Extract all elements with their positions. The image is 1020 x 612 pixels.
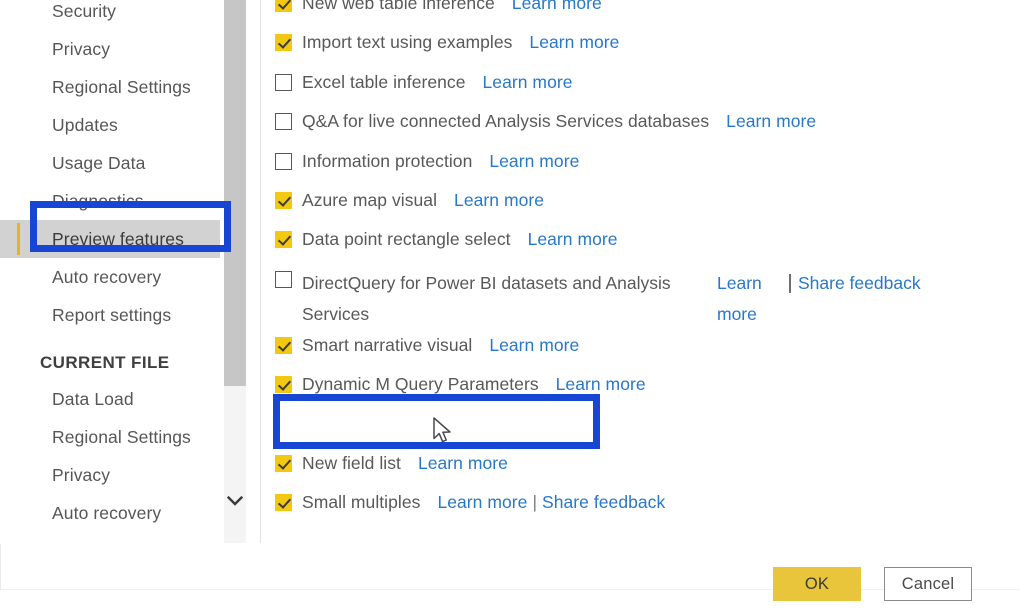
feature-row-new-field-list[interactable]: New field list Learn more — [275, 448, 1005, 487]
feature-label: Azure map visual — [302, 189, 438, 210]
ok-button[interactable]: OK — [773, 567, 861, 601]
feature-label: Anomaly detection — [302, 413, 447, 434]
options-dialog: Security Privacy Regional Settings Updates U… — [0, 0, 1020, 612]
sidebar-item-label: Updates — [52, 115, 118, 135]
cancel-button-label: Cancel — [901, 574, 955, 593]
ok-button-label: OK — [804, 574, 830, 593]
checkbox-new-web-table-inference[interactable] — [275, 0, 292, 12]
feature-row-smart-narrative-visual[interactable]: Smart narrative visual Learn more — [275, 330, 1005, 369]
feature-label: New web table inference — [302, 0, 495, 13]
settings-navigation-list[interactable]: Security Privacy Regional Settings Updates U… — [0, 0, 220, 544]
sidebar-item-label: Auto recovery — [52, 267, 162, 287]
learn-more-link[interactable]: Learn more — [464, 413, 554, 436]
checkbox-directquery-for-power-bi-datasets-and-analysis-services[interactable] — [275, 270, 292, 288]
sidebar-item-label: Usage Data — [52, 153, 146, 173]
cancel-button[interactable]: Cancel — [884, 567, 972, 601]
checkbox-dynamic-m-query-parameters[interactable] — [275, 376, 292, 394]
sidebar-item-auto-recovery[interactable]: Auto recovery — [0, 494, 220, 532]
learn-more-link[interactable]: Learn more — [556, 373, 646, 396]
learn-more-link[interactable]: Learn more — [483, 71, 573, 94]
feature-label: Information protection — [302, 150, 473, 171]
sidebar-item-label: Regional Settings — [52, 77, 191, 97]
learn-more-link[interactable]: Learn more — [726, 110, 816, 133]
checkbox-information-protection[interactable] — [275, 152, 292, 170]
feature-label: New field list — [302, 452, 401, 473]
link-separator: | — [532, 492, 537, 513]
feature-label: Data point rectangle select — [302, 229, 511, 250]
sidebar-item-label: Data Load — [52, 389, 134, 409]
feature-label: Q&A for live connected Analysis Services… — [302, 111, 710, 132]
feature-label: DirectQuery for Power BI datasets and An… — [302, 272, 671, 324]
sidebar-item-label: Preview features — [52, 229, 184, 249]
sidebar-item-security[interactable]: Security — [0, 0, 220, 30]
pane-divider — [260, 0, 261, 543]
feature-row-anomaly-detection[interactable]: Anomaly detection Learn more — [275, 409, 1005, 448]
mouse-pointer-icon — [433, 417, 455, 452]
sidebar-item-privacy[interactable]: Privacy — [0, 30, 220, 68]
checkbox-data-point-rectangle-select[interactable] — [275, 231, 292, 249]
sidebar-item-label: Diagnostics — [52, 191, 144, 211]
learn-more-link[interactable]: Learn more — [489, 150, 579, 173]
feature-row-excel-table-inference[interactable]: Excel table inference Learn more — [275, 67, 1005, 106]
feature-row-q-a-for-live-connected-analysis-services-databases[interactable]: Q&A for live connected Analysis Services… — [275, 106, 1005, 145]
feature-label: Small multiples — [302, 492, 421, 513]
sidebar-scrollbar[interactable] — [224, 0, 246, 543]
checkbox-anomaly-detection[interactable] — [275, 415, 292, 433]
sidebar-item-regional-settings[interactable]: Regional Settings — [0, 418, 220, 456]
learn-more-link[interactable]: Learn more — [529, 31, 619, 54]
checkbox-smart-narrative-visual[interactable] — [275, 336, 292, 354]
sidebar-item-privacy[interactable]: Privacy — [0, 456, 220, 494]
sidebar-item-label: Privacy — [52, 39, 111, 59]
dialog-footer: OK Cancel — [0, 560, 1020, 612]
sidebar-item-label: Security — [52, 1, 117, 21]
preview-features-list: New web table inference Learn more Import … — [275, 0, 1005, 527]
feature-row-azure-map-visual[interactable]: Azure map visual Learn more — [275, 185, 1005, 224]
feature-row-small-multiples[interactable]: Small multiples Learn more | Share feedback — [275, 487, 1005, 526]
feature-row-information-protection[interactable]: Information protection Learn more — [275, 146, 1005, 185]
sidebar-item-auto-recovery[interactable]: Auto recovery — [0, 258, 220, 296]
sidebar-item-preview-features[interactable]: Preview features — [0, 220, 220, 258]
checkbox-small-multiples[interactable] — [275, 494, 292, 512]
feature-label: Dynamic M Query Parameters — [302, 374, 539, 395]
learn-more-link[interactable]: Learn more — [512, 0, 602, 15]
sidebar-scrollbar-thumb[interactable] — [224, 0, 246, 386]
learn-more-link[interactable]: Learn more — [437, 491, 527, 514]
feature-row-dynamic-m-query-parameters[interactable]: Dynamic M Query Parameters Learn more — [275, 369, 1005, 408]
share-feedback-link[interactable]: Share feedback — [789, 268, 921, 299]
share-feedback-link[interactable]: Share feedback — [542, 491, 665, 514]
checkbox-azure-map-visual[interactable] — [275, 191, 292, 209]
sidebar-item-label: Regional Settings — [52, 427, 191, 447]
sidebar-item-label: Report settings — [52, 305, 172, 325]
sidebar-item-label: Privacy — [52, 465, 111, 485]
checkbox-excel-table-inference[interactable] — [275, 73, 292, 91]
feature-label: Excel table inference — [302, 71, 466, 92]
sidebar-item-updates[interactable]: Updates — [0, 106, 220, 144]
learn-more-link[interactable]: Learn more — [489, 334, 579, 357]
sidebar-item-label: Auto recovery — [52, 503, 162, 523]
feature-row-directquery-for-power-bi-datasets-and-analysis-services[interactable]: DirectQuery for Power BI datasets and An… — [275, 264, 1005, 330]
sidebar-item-regional-settings[interactable]: Regional Settings — [0, 68, 220, 106]
chevron-down-icon[interactable] — [224, 491, 246, 515]
learn-more-link[interactable]: Learn more — [528, 228, 618, 251]
sidebar-section-heading: CURRENT FILE — [40, 353, 170, 372]
checkbox-q-a-for-live-connected-analysis-services-databases[interactable] — [275, 113, 292, 131]
sidebar-item-usage-data[interactable]: Usage Data — [0, 144, 220, 182]
feature-row-new-web-table-inference[interactable]: New web table inference Learn more — [275, 0, 1005, 27]
checkbox-new-field-list[interactable] — [275, 454, 292, 472]
sidebar-item-report-settings[interactable]: Report settings — [0, 296, 220, 334]
learn-more-link[interactable]: Learn more — [454, 189, 544, 212]
learn-more-link[interactable]: Learn more — [418, 452, 508, 475]
learn-more-link[interactable]: Learn more — [717, 268, 789, 330]
sidebar-item-data-load[interactable]: Data Load — [0, 380, 220, 418]
feature-row-data-point-rectangle-select[interactable]: Data point rectangle select Learn more — [275, 224, 1005, 263]
checkbox-import-text-using-examples[interactable] — [275, 34, 292, 52]
feature-label: Smart narrative visual — [302, 334, 473, 355]
feature-label: Import text using examples — [302, 32, 513, 53]
sidebar-item-diagnostics[interactable]: Diagnostics — [0, 182, 220, 220]
feature-row-import-text-using-examples[interactable]: Import text using examples Learn more — [275, 27, 1005, 66]
